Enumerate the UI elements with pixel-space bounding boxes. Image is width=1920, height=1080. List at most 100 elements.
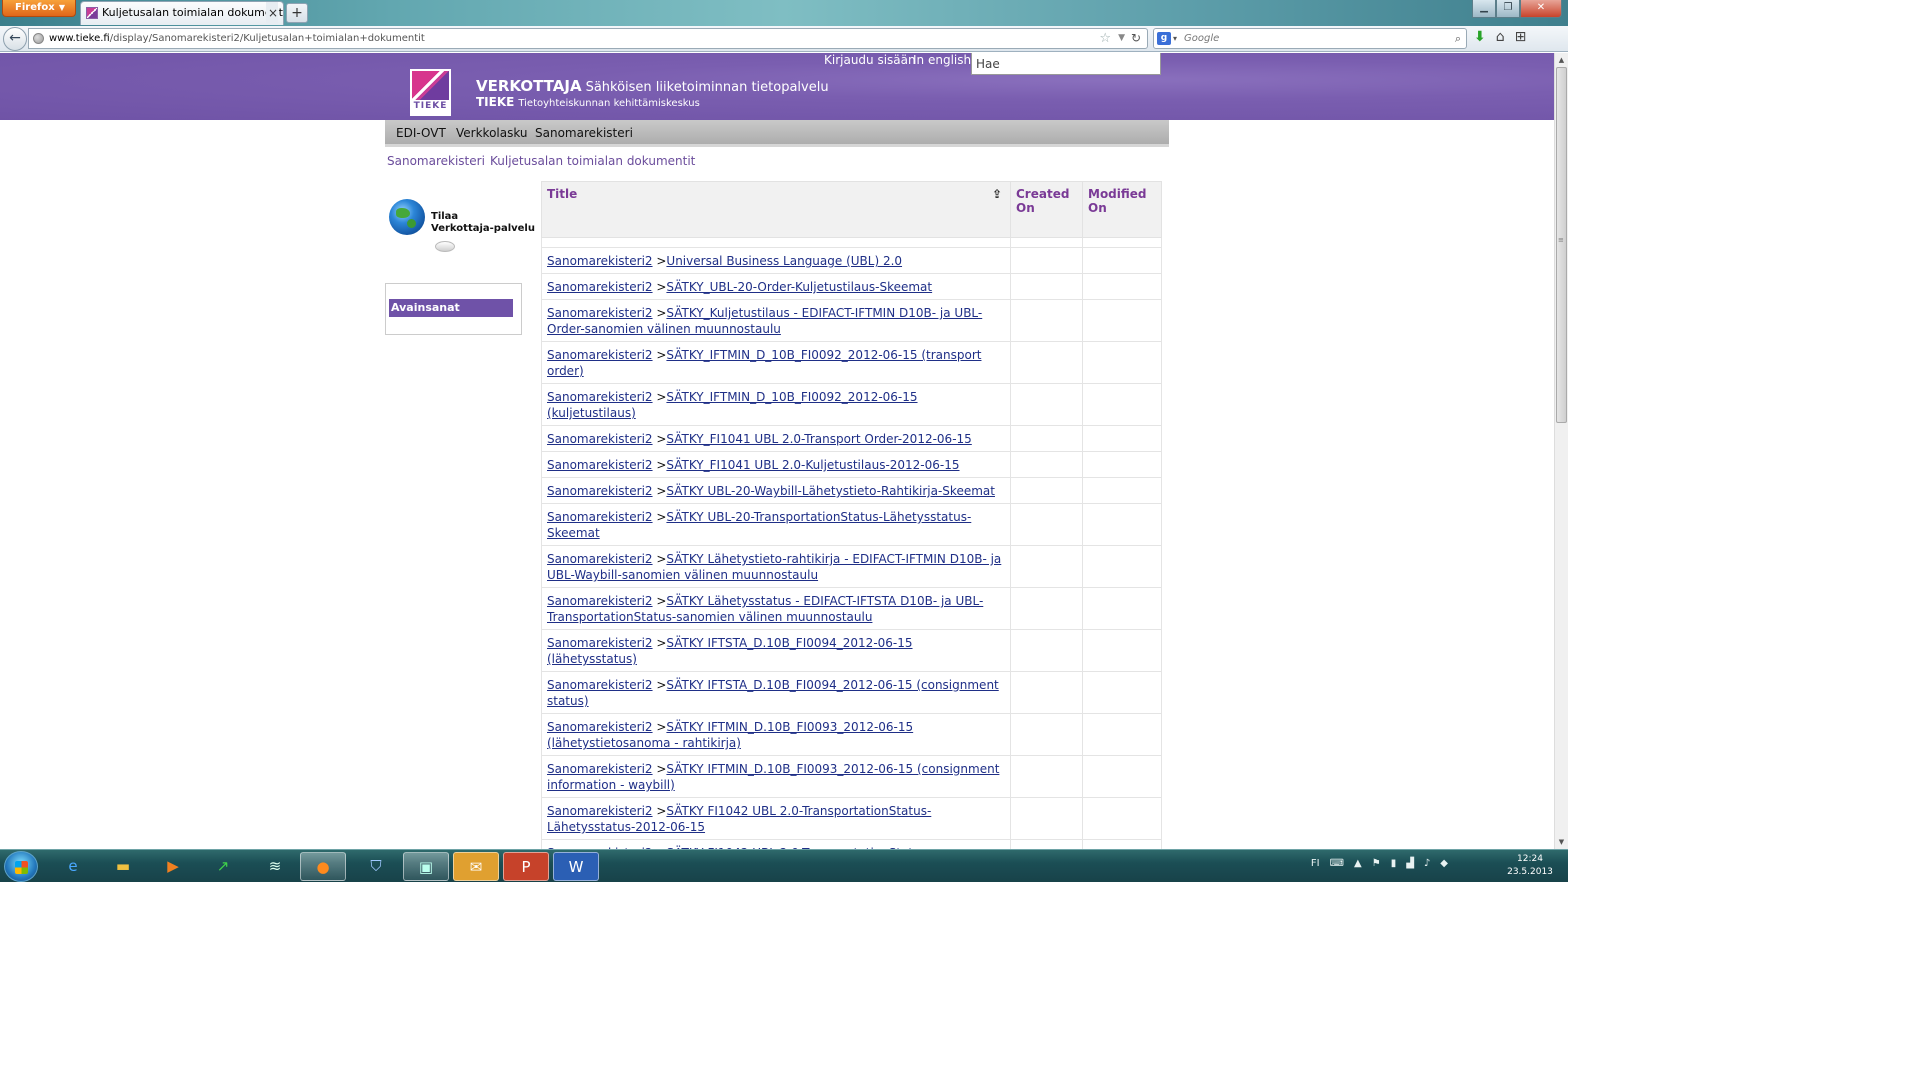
- breadcrumb-sanomarekisteri[interactable]: Sanomarekisteri: [387, 154, 485, 168]
- back-button[interactable]: ←: [3, 27, 27, 51]
- new-tab-button[interactable]: +: [286, 3, 308, 23]
- internet-explorer-icon[interactable]: e: [50, 852, 96, 881]
- document-link[interactable]: SÄTKY_FI1041 UBL 2.0-Kuljetustilaus-2012…: [666, 458, 959, 472]
- start-button[interactable]: [4, 851, 38, 882]
- scroll-up-icon[interactable]: ▲: [1555, 53, 1568, 67]
- dropbox-icon[interactable]: ◆: [1440, 858, 1448, 869]
- maximize-icon[interactable]: ❐: [1496, 0, 1520, 18]
- downloads-icon[interactable]: ⬇: [1474, 29, 1486, 45]
- tieke-logo[interactable]: TIEKE: [410, 69, 451, 116]
- language-indicator[interactable]: FI: [1311, 858, 1320, 869]
- bookmark-star-icon[interactable]: ☆: [1099, 29, 1111, 48]
- parent-page-link[interactable]: Sanomarekisteri2: [547, 762, 653, 776]
- reload-icon[interactable]: ↻: [1131, 29, 1141, 48]
- parent-page-link[interactable]: Sanomarekisteri2: [547, 458, 653, 472]
- scrollbar-grip-icon: ≡: [1558, 236, 1564, 244]
- parent-page-link[interactable]: Sanomarekisteri2: [547, 280, 653, 294]
- site-search-input[interactable]: [971, 53, 1161, 75]
- firefox-menu-button[interactable]: Firefox ▼: [2, 0, 76, 17]
- breadcrumb-current-page[interactable]: Kuljetusalan toimialan dokumentit: [490, 154, 695, 168]
- windows-logo-icon: [15, 861, 28, 874]
- parent-page-link[interactable]: Sanomarekisteri2: [547, 594, 653, 608]
- browser-search-bar[interactable]: g ▾ Google ⌕: [1153, 28, 1467, 49]
- home-icon[interactable]: ⌂: [1496, 29, 1505, 45]
- login-link[interactable]: Kirjaudu sisään: [824, 53, 916, 67]
- cell-title: Sanomarekisteri2 >SÄTKY UBL-20-Transport…: [541, 503, 1011, 546]
- scroll-down-icon[interactable]: ▼: [1555, 835, 1568, 849]
- parent-page-link[interactable]: Sanomarekisteri2: [547, 432, 653, 446]
- parent-page-link[interactable]: Sanomarekisteri2: [547, 484, 653, 498]
- parent-page-link[interactable]: Sanomarekisteri2: [547, 510, 653, 524]
- cell-created-on: [1010, 477, 1083, 504]
- parent-page-link[interactable]: Sanomarekisteri2: [547, 720, 653, 734]
- url-history-dropdown-icon[interactable]: ▼: [1118, 29, 1125, 48]
- close-window-icon[interactable]: ✕: [1520, 0, 1562, 18]
- scrollbar-thumb[interactable]: [1556, 67, 1567, 423]
- stock-chart-icon[interactable]: ↗: [200, 852, 246, 881]
- close-tab-icon[interactable]: ×: [265, 2, 278, 24]
- parent-page-link[interactable]: Sanomarekisteri2: [547, 348, 653, 362]
- action-center-flag-icon[interactable]: ⚑: [1372, 858, 1381, 869]
- menu-item-sanomarekisteri[interactable]: Sanomarekisteri: [535, 126, 633, 140]
- url-domain: www.tieke.fi: [49, 33, 110, 44]
- page-scrollbar[interactable]: ▲ ≡ ▼: [1554, 53, 1568, 849]
- show-hidden-icons-icon[interactable]: ▲: [1354, 858, 1362, 869]
- documents-table-body: Sanomarekisteri2 > Universal Business Lan…: [541, 237, 1162, 849]
- breadcrumb-separator: >: [652, 432, 667, 446]
- cell-created-on: [1010, 587, 1083, 630]
- cell-title: Sanomarekisteri2 >SÄTKY Lähetysstatus - …: [541, 587, 1011, 630]
- english-link[interactable]: In english: [913, 53, 971, 67]
- wifi-icon[interactable]: ≋: [252, 852, 298, 881]
- keyboard-icon[interactable]: ⌨: [1330, 858, 1344, 869]
- table-header-row: Title ⇪ Created On Modified On: [541, 181, 1162, 238]
- parent-page-link[interactable]: Sanomarekisteri2: [547, 552, 653, 566]
- file-explorer-icon[interactable]: ▬: [100, 852, 146, 881]
- table-row: Sanomarekisteri2 >SÄTKY IFTSTA_D.10B_FI0…: [541, 629, 1162, 672]
- menu-item-verkkolasku[interactable]: Verkkolasku: [456, 126, 528, 140]
- document-link[interactable]: SÄTKY_FI1041 UBL 2.0-Transport Order-201…: [666, 432, 971, 446]
- browser-tab-active[interactable]: Kuljetusalan toimialan dokumentit - San.…: [80, 1, 284, 25]
- cell-title: Sanomarekisteri2 >SÄTKY_UBL-20-Order-Kul…: [541, 273, 1011, 300]
- document-link[interactable]: SÄTKY_UBL-20-Order-Kuljetustilaus-Skeema…: [666, 280, 932, 294]
- document-link[interactable]: SÄTKY UBL-20-Waybill-Lähetystieto-Rahtik…: [666, 484, 995, 498]
- volume-icon[interactable]: ♪: [1424, 858, 1430, 869]
- cell-created-on: [1010, 629, 1083, 672]
- windows-taskbar: e ▬ ▶ ↗ ≋ ● ⛉ ▣ ✉ P W FI ⌨ ▲ ⚑ ▮ ▟ ♪ ◆ 1…: [0, 849, 1568, 882]
- addon-icon[interactable]: ⊞: [1515, 29, 1527, 45]
- security-shield-icon[interactable]: ⛉: [353, 852, 399, 881]
- powerpoint-icon[interactable]: P: [503, 852, 549, 881]
- parent-page-link[interactable]: Sanomarekisteri2: [547, 804, 653, 818]
- google-engine-icon[interactable]: g: [1157, 32, 1171, 45]
- parent-page-link[interactable]: Sanomarekisteri2: [547, 390, 653, 404]
- search-icon[interactable]: ⌕: [1455, 29, 1461, 48]
- column-header-modified[interactable]: Modified On: [1082, 181, 1162, 238]
- breadcrumb-separator: >: [652, 306, 667, 320]
- search-engine-dropdown-icon[interactable]: ▾: [1173, 29, 1177, 48]
- table-row: Sanomarekisteri2 >SÄTKY_Kuljetustilaus -…: [541, 299, 1162, 342]
- parent-page-link[interactable]: Sanomarekisteri2: [547, 678, 653, 692]
- parent-page-link[interactable]: Sanomarekisteri2: [547, 306, 653, 320]
- parent-page-link[interactable]: Sanomarekisteri2: [547, 636, 653, 650]
- breadcrumb-separator: >: [652, 510, 667, 524]
- system-clock[interactable]: 12:24 23.5.2013: [1502, 853, 1558, 879]
- clock-time: 12:24: [1517, 854, 1543, 864]
- url-bar[interactable]: www.tieke.fi/display/Sanomarekisteri2/Ku…: [28, 28, 1148, 49]
- column-header-created[interactable]: Created On: [1010, 181, 1083, 238]
- remote-desktop-icon[interactable]: ▣: [403, 852, 449, 881]
- site-identity-icon[interactable]: [33, 33, 44, 44]
- firefox-taskbar-icon[interactable]: ●: [300, 852, 346, 881]
- network-signal-icon[interactable]: ▟: [1406, 858, 1414, 869]
- subscribe-widget[interactable]: Tilaa Verkottaja-palvelu: [385, 189, 535, 259]
- table-row: Sanomarekisteri2 >SÄTKY Lähetysstatus - …: [541, 587, 1162, 630]
- cell-modified-on: [1082, 839, 1162, 849]
- battery-icon[interactable]: ▮: [1391, 858, 1397, 869]
- minimize-icon[interactable]: ▁: [1472, 0, 1496, 18]
- document-link[interactable]: Universal Business Language (UBL) 2.0: [666, 254, 902, 268]
- sort-icon[interactable]: ⇪: [992, 187, 1002, 201]
- parent-page-link[interactable]: Sanomarekisteri2: [547, 254, 653, 268]
- outlook-icon[interactable]: ✉: [453, 852, 499, 881]
- column-header-title[interactable]: Title ⇪: [541, 181, 1011, 238]
- word-icon[interactable]: W: [553, 852, 599, 881]
- media-player-icon[interactable]: ▶: [150, 852, 196, 881]
- menu-item-edi-ovt[interactable]: EDI-OVT: [396, 126, 446, 140]
